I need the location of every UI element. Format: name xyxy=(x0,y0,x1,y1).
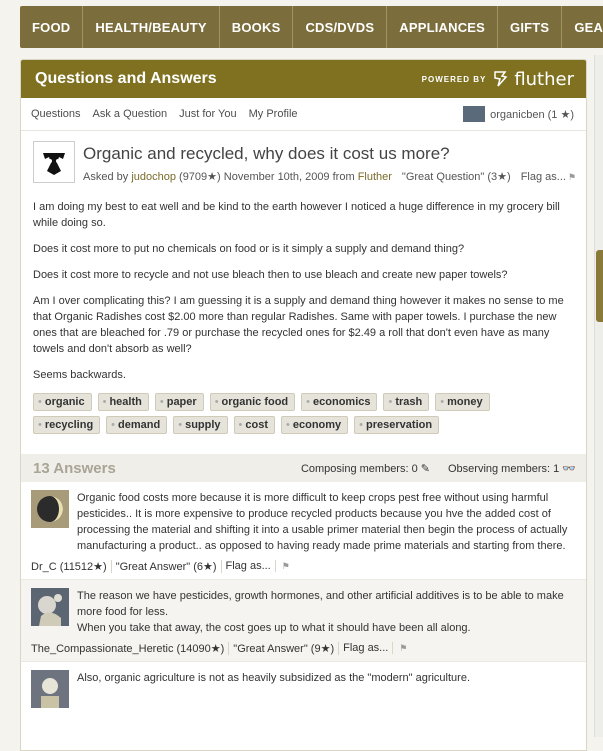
tag-demand[interactable]: demand xyxy=(106,416,168,434)
flag-answer-button[interactable]: Flag as... ⚑ xyxy=(222,560,298,573)
subnav-just-for-you[interactable]: Just for You xyxy=(179,108,237,120)
panel-title: Questions and Answers xyxy=(35,70,217,87)
flag-answer-button[interactable]: Flag as... ⚑ xyxy=(339,642,415,655)
tag-money[interactable]: money xyxy=(435,393,490,411)
flag-label: Flag as... xyxy=(225,560,276,572)
powered-by-label: POWERED BY xyxy=(421,74,487,84)
question: Organic and recycled, why does it cost u… xyxy=(21,131,586,434)
answer-text: Organic food costs more because it is mo… xyxy=(77,492,568,552)
great-question-button[interactable]: "Great Question" (3★) xyxy=(402,170,511,183)
tag-supply[interactable]: supply xyxy=(173,416,228,434)
face-icon xyxy=(39,147,69,177)
question-source-link[interactable]: Fluther xyxy=(358,171,392,183)
answer-text: Also, organic agriculture is not as heav… xyxy=(77,672,471,684)
nav-gear[interactable]: GEAR xyxy=(562,6,603,48)
qa-panel: Questions and Answers POWERED BY fluther… xyxy=(20,59,587,751)
avatar xyxy=(463,106,486,122)
answer: Also, organic agriculture is not as heav… xyxy=(21,662,586,714)
answer-text: The reason we have pesticides, growth ho… xyxy=(77,590,564,618)
flag-icon: ⚑ xyxy=(281,561,290,571)
great-answer-button[interactable]: "Great Answer" (6★) xyxy=(112,560,222,573)
flag-question-button[interactable]: Flag as... ⚑ xyxy=(521,171,576,183)
flag-icon: ⚑ xyxy=(567,171,577,182)
panel-header: Questions and Answers POWERED BY fluther xyxy=(21,60,586,98)
question-title: Organic and recycled, why does it cost u… xyxy=(83,144,450,163)
tag-cost[interactable]: cost xyxy=(233,416,276,434)
answer-text: When you take that away, the cost goes u… xyxy=(77,622,471,634)
nav-appliances[interactable]: APPLIANCES xyxy=(387,6,499,48)
tag-recycling[interactable]: recycling xyxy=(33,416,101,434)
asked-by-label: Asked by xyxy=(83,171,129,183)
nav-gifts[interactable]: GIFTS xyxy=(498,6,563,48)
tag-economics[interactable]: economics xyxy=(301,393,378,411)
question-body: I am doing my best to eat well and be ki… xyxy=(33,199,576,383)
subnav-ask-question[interactable]: Ask a Question xyxy=(93,108,168,120)
sub-nav: Questions Ask a Question Just for You My… xyxy=(21,98,586,131)
answers-count: 13 Answers xyxy=(33,459,116,477)
great-answer-button[interactable]: "Great Answer" (9★) xyxy=(229,642,340,655)
scrollbar[interactable] xyxy=(594,55,603,737)
observing-members: Observing members: 1 👓 xyxy=(447,462,576,475)
flag-label: Flag as... xyxy=(520,170,566,183)
author-score: (9709★) xyxy=(179,171,221,183)
question-paragraph: Am I over complicating this? I am guessi… xyxy=(33,295,564,355)
subnav-my-profile[interactable]: My Profile xyxy=(249,108,298,120)
question-date: November 10th, 2009 from xyxy=(223,171,355,183)
question-author-link[interactable]: judochop xyxy=(131,171,176,183)
tag-health[interactable]: health xyxy=(97,393,149,411)
subnav-questions[interactable]: Questions xyxy=(31,108,81,120)
answers-header: 13 Answers Composing members: 0 ✎ Observ… xyxy=(21,454,586,482)
tag-paper[interactable]: paper xyxy=(154,393,204,411)
question-paragraph: Does it cost more to put no chemicals on… xyxy=(33,243,465,255)
tag-organic-food[interactable]: organic food xyxy=(209,393,296,411)
scrollbar-thumb[interactable] xyxy=(596,250,603,322)
answer-author[interactable]: Dr_C (11512★) xyxy=(31,560,112,573)
answer-author[interactable]: The_Compassionate_Heretic (14090★) xyxy=(31,642,230,655)
tag-preservation[interactable]: preservation xyxy=(354,416,440,434)
avatar[interactable] xyxy=(31,588,69,626)
tag-list: organic health paper organic food econom… xyxy=(33,393,553,434)
current-user[interactable]: organicben (1 ★) xyxy=(463,106,574,122)
nav-health-beauty[interactable]: HEALTH/BEAUTY xyxy=(83,6,220,48)
flag-label: Flag as... xyxy=(343,642,394,654)
question-meta: Asked by judochop (9709★) November 10th,… xyxy=(83,170,576,184)
powered-by: POWERED BY fluther xyxy=(422,69,574,90)
nav-food[interactable]: FOOD xyxy=(20,6,84,48)
tag-trash[interactable]: trash xyxy=(383,393,430,411)
current-user-name: organicben (1 ★) xyxy=(490,108,574,121)
question-avatar[interactable] xyxy=(33,141,75,183)
tag-organic[interactable]: organic xyxy=(33,393,92,411)
flag-icon: ⚑ xyxy=(399,643,408,653)
question-paragraph: I am doing my best to eat well and be ki… xyxy=(33,201,560,229)
question-paragraph: Does it cost more to recycle and not use… xyxy=(33,269,508,281)
avatar[interactable] xyxy=(31,490,69,528)
tag-economy[interactable]: economy xyxy=(281,416,349,434)
answer: Organic food costs more because it is mo… xyxy=(21,482,586,580)
fluther-logo-icon xyxy=(494,71,508,87)
answer: The reason we have pesticides, growth ho… xyxy=(21,580,586,662)
avatar[interactable] xyxy=(31,670,69,708)
top-nav: FOOD HEALTH/BEAUTY BOOKS CDS/DVDS APPLIA… xyxy=(20,6,603,48)
brand-name[interactable]: fluther xyxy=(514,69,574,90)
question-paragraph: Seems backwards. xyxy=(33,369,126,381)
composing-members: Composing members: 0 ✎ xyxy=(300,462,430,475)
nav-cds-dvds[interactable]: CDS/DVDS xyxy=(293,6,388,48)
nav-books[interactable]: BOOKS xyxy=(220,6,294,48)
